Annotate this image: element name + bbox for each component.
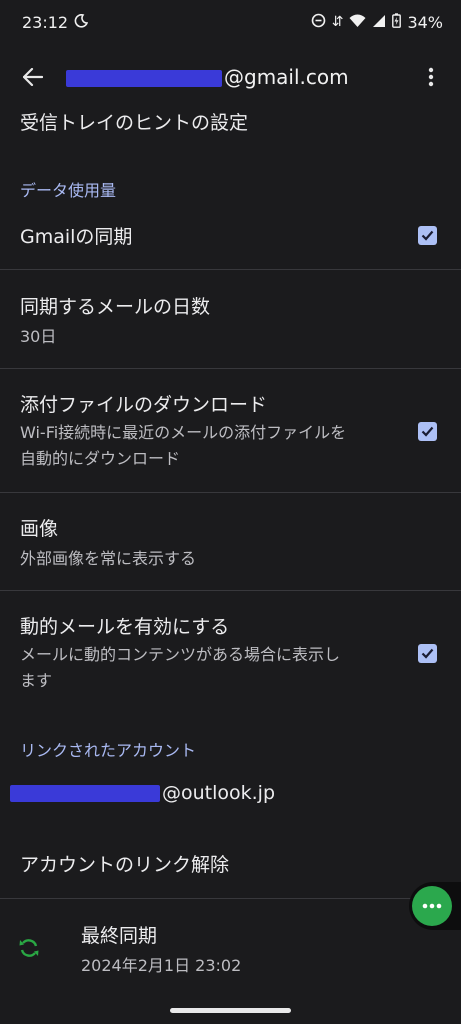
section-header-linked-accounts: リンクされたアカウント [0,737,461,761]
chat-bubble-dots-icon[interactable] [412,886,452,926]
unlink-account-label: アカウントのリンク解除 [20,854,230,876]
home-indicator[interactable] [170,1008,291,1013]
redacted-email-username [66,70,222,87]
redacted-email-username [10,785,160,802]
images-value: 外部画像を常に表示する [20,549,197,568]
sync-days-value: 30日 [20,327,57,346]
last-sync-value: 2024年2月1日 23:02 [81,956,242,975]
gmail-sync-checkbox[interactable] [418,226,437,245]
dynamic-mail-desc-1: メールに動的コンテンツがある場合に表示し [20,645,341,664]
account-email-domain: @gmail.com [224,65,349,89]
linked-account-item[interactable]: @outlook.jp [0,782,461,804]
divider [0,898,461,899]
gmail-sync-label: Gmailの同期 [20,226,133,248]
floating-chat-bubble[interactable] [409,882,461,930]
images-setting[interactable]: 画像 外部画像を常に表示する [0,514,461,571]
battery-icon [392,12,402,32]
images-label: 画像 [20,518,59,540]
last-sync-item: 最終同期 2024年2月1日 23:02 [0,921,461,978]
divider [0,492,461,493]
attachment-download-label: 添付ファイルのダウンロード [20,394,268,416]
data-arrows-icon: ⇵ [331,14,344,30]
dnd-moon-icon [74,13,89,32]
battery-percent: 34% [407,12,443,32]
dynamic-mail-checkbox[interactable] [418,644,437,663]
status-time: 23:12 [22,12,69,32]
gmail-sync-setting[interactable]: Gmailの同期 [0,222,461,249]
linked-account-email-domain: @outlook.jp [162,782,276,804]
sync-icon [18,937,40,963]
linked-account-email: @outlook.jp [10,782,441,804]
section-label-data-usage: データ使用量 [20,181,117,200]
status-bar: 23:12 ⇵ 34% [0,0,461,44]
account-email: @gmail.com [66,65,349,89]
dynamic-mail-setting[interactable]: 動的メールを有効にする メールに動的コンテンツがある場合に表示し ます [0,612,461,693]
section-header-data-usage: データ使用量 [0,177,461,201]
unlink-account-button[interactable]: アカウントのリンク解除 [0,850,461,877]
back-arrow-icon[interactable] [18,62,48,92]
divider [0,269,461,270]
attachment-download-desc-1: Wi-Fi接続時に最近のメールの添付ファイルを [20,423,347,442]
inbox-tips-label: 受信トレイのヒントの設定 [20,112,249,134]
section-label-linked-accounts: リンクされたアカウント [20,741,197,760]
more-options-icon[interactable] [419,62,443,92]
checkmark-icon [421,230,434,241]
checkmark-icon [421,426,434,437]
do-not-disturb-icon [311,13,326,32]
sync-days-label: 同期するメールの日数 [20,296,211,318]
divider [0,590,461,591]
checkmark-icon [421,648,434,659]
app-bar: @gmail.com [0,50,461,104]
attachment-download-desc-2: 自動的にダウンロード [20,449,181,468]
wifi-icon [349,13,366,32]
sync-days-setting[interactable]: 同期するメールの日数 30日 [0,292,461,349]
last-sync-label: 最終同期 [81,925,158,947]
dynamic-mail-label: 動的メールを有効にする [20,616,230,638]
attachment-download-checkbox[interactable] [418,422,437,441]
cell-signal-icon [372,13,386,32]
dynamic-mail-desc-2: ます [20,671,53,690]
inbox-tips-setting[interactable]: 受信トレイのヒントの設定 [0,108,461,135]
attachment-download-setting[interactable]: 添付ファイルのダウンロード Wi-Fi接続時に最近のメールの添付ファイルを 自動… [0,390,461,471]
divider [0,368,461,369]
